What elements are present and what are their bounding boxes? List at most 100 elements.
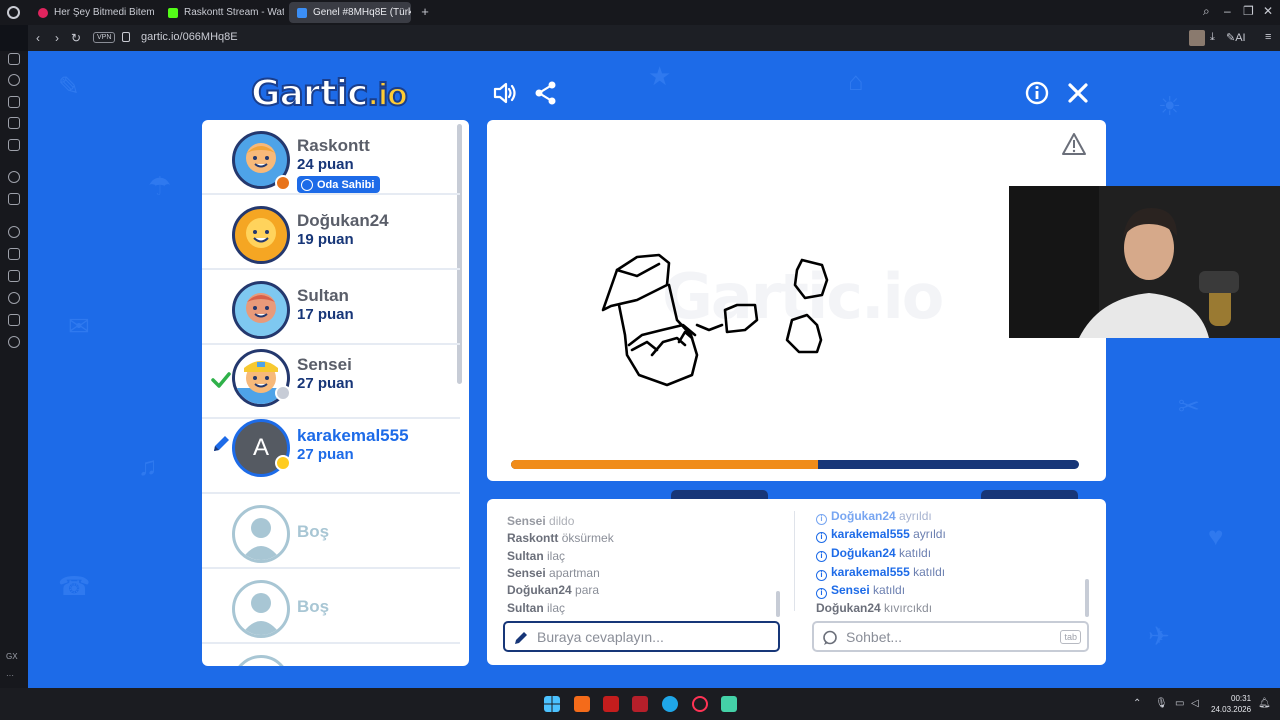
minimize-icon[interactable]: – [1224,4,1231,18]
sidebar-pin-icon[interactable] [8,248,20,260]
badge-label: Oda Sahibi [317,178,375,191]
new-tab-icon[interactable]: + [418,5,432,19]
taskbar-app-icon[interactable] [603,696,619,712]
windows-start-icon[interactable] [544,696,560,712]
menu-icon[interactable]: ≡ [1265,31,1271,43]
bg-doodle-icon: ✉ [68,311,90,341]
player-row[interactable]: A karakemal555 27 puan [202,419,460,494]
opera-logo-icon[interactable] [7,6,20,19]
url-field[interactable]: gartic.io/066MHq8E [141,31,238,43]
webcam-overlay [1009,186,1280,338]
bg-doodle-icon: ★ [648,61,672,91]
player-score: 27 puan [297,446,354,463]
tab-key-hint: tab [1060,630,1081,644]
chat-scrollbar[interactable] [1085,579,1089,617]
sidebar-extensions-icon[interactable] [8,314,20,326]
bg-doodle-icon: ☎ [58,571,91,601]
sidebar-settings-icon[interactable] [8,336,20,348]
browser-tab[interactable]: Her Şey Bitmedi Bitemez [30,2,154,23]
sidebar-wallet-icon[interactable] [8,270,20,282]
sidebar-more-icon[interactable]: ··· [6,671,14,680]
info-icon: i [816,570,827,581]
answers-chat-panel: Sensei dildo Raskontt öksürmek Sultan il… [487,499,1106,665]
sidebar-history-icon[interactable] [8,74,20,86]
sidebar-player-icon[interactable] [8,226,20,238]
ai-button[interactable]: ✎AI [1226,31,1246,44]
tray-chevron-icon[interactable]: ⌃ [1133,698,1141,709]
chat-input[interactable]: Sohbet... tab [812,621,1089,652]
gartic-game: ✎ ☂ ✉ ♫ ☎ ☀ ✂ ♥ ✈ ★ ⌂ Gartic .io Raskont… [28,51,1280,688]
answers-scrollbar[interactable] [776,591,780,617]
bg-doodle-icon: ⌂ [848,66,864,96]
empty-slot-label: Boş [297,522,330,541]
system-clock[interactable]: 00:31 24.03.2026 [1211,693,1251,715]
info-icon: i [816,514,827,525]
network-icon[interactable]: ▭ [1175,698,1184,709]
download-icon[interactable]: ⤓ [1210,31,1215,44]
sidebar-x-icon[interactable] [8,193,20,205]
bg-doodle-icon: ✈ [1148,621,1170,651]
windows-taskbar: ⌃ 🎙︎ ▭ ◁ 00:31 24.03.2026 🔔︎ [0,688,1280,720]
sidebar-gx-label: GX [6,652,18,661]
empty-slot-label: Boş [297,597,330,616]
youtube-favicon-icon [38,7,48,18]
player-row[interactable]: Doğukan24 19 puan [202,195,460,270]
avatar-letter: A [252,434,269,461]
sidebar-messenger-icon[interactable] [8,139,20,151]
sidebar-twitch-icon[interactable] [8,117,20,129]
taskbar-app-icon[interactable] [721,696,737,712]
notification-icon[interactable]: 🔔︎ [1258,698,1271,709]
search-tabs-icon[interactable]: ⌕ [1203,4,1210,19]
close-icon[interactable] [1065,80,1091,106]
answer-input[interactable]: Buraya cevaplayın... [503,621,780,652]
player-avatar [232,281,290,339]
chat-item: i karakemal555 ayrıldı [816,527,946,543]
opera-gx-icon[interactable] [692,696,708,712]
sidebar-chatgpt-icon[interactable] [8,171,20,183]
close-window-icon[interactable]: ✕ [1263,4,1273,18]
microphone-icon[interactable]: 🎙︎ [1155,698,1168,709]
sidebar-store-icon[interactable] [8,96,20,108]
taskbar-app-icon[interactable] [632,696,648,712]
address-bar: ‹ › ↻ VPN gartic.io/066MHq8E ⤓ ✎AI ≡ [28,25,1280,51]
browser-tab-active[interactable]: Genel #8MHq8E (Türkçe) [289,2,411,23]
restore-icon[interactable]: ❐ [1243,4,1254,18]
panel-divider [794,511,795,611]
reload-icon[interactable]: ↻ [71,31,81,45]
share-icon[interactable] [533,80,559,106]
player-score: 24 puan [297,156,354,173]
room-owner-badge: Oda Sahibi [297,176,381,193]
player-score: 17 puan [297,306,354,323]
edge-icon[interactable] [662,696,678,712]
player-row[interactable]: Raskontt 24 puan Oda Sahibi [202,120,460,195]
status-dot [275,455,291,471]
browser-sidebar: GX ··· [0,51,28,688]
sidebar-clock-icon[interactable] [8,292,20,304]
player-name: Sensei [297,355,352,374]
profile-avatar[interactable] [1189,30,1205,46]
sound-icon[interactable] [492,80,518,106]
vpn-badge[interactable]: VPN [93,32,116,43]
answer-item: Sensei dildo [507,514,575,528]
browser-tab[interactable]: Raskontt Stream - Watch Li [160,2,284,23]
drawing-pencil-icon [214,436,229,451]
pencil-icon [515,632,527,644]
forward-icon[interactable]: › [55,31,59,45]
chat-item: i karakemal555 katıldı [816,565,945,581]
info-icon[interactable] [1024,80,1050,106]
player-row[interactable]: Sensei 27 puan [202,345,460,419]
empty-avatar [232,505,290,563]
player-row[interactable]: Sultan 17 puan [202,270,460,345]
browser-tab-bar: Her Şey Bitmedi Bitemez Raskontt Stream … [0,0,1280,25]
back-icon[interactable]: ‹ [36,31,40,45]
bg-doodle-icon: ✎ [58,71,80,101]
lock-icon[interactable] [122,32,130,42]
sidebar-gx-icon[interactable] [8,53,20,65]
chat-item: Doğukan24 kıvırcıkdı [816,601,933,615]
taskbar-app-icon[interactable] [574,696,590,712]
logo-text: Gartic [250,72,369,115]
kick-favicon-icon [168,7,178,18]
bg-doodle-icon: ☀ [1158,91,1182,121]
empty-avatar [232,580,290,638]
volume-icon[interactable]: ◁ [1191,698,1199,709]
